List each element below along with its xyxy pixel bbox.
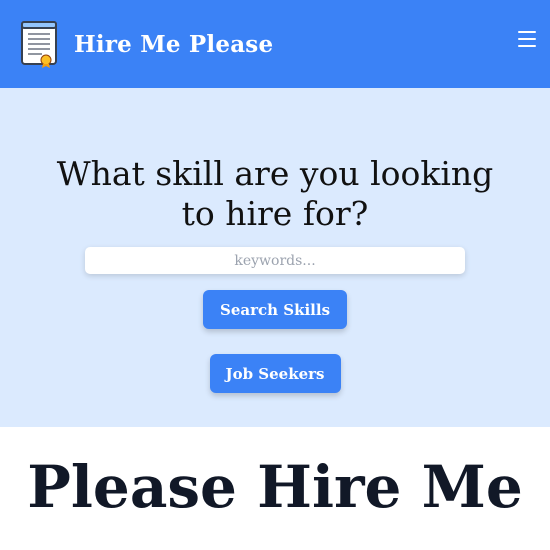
search-input[interactable] [85,247,465,274]
search-skills-button[interactable]: Search Skills [203,290,347,329]
hero-section: What skill are you looking to hire for? … [0,88,550,427]
section-heading: Please Hire Me [27,453,523,521]
main-content: Please Hire Me [0,427,550,519]
hero-title: What skill are you looking to hire for? [56,154,494,233]
hamburger-menu-icon[interactable] [518,31,536,47]
brand-name[interactable]: Hire Me Please [74,31,273,58]
certificate-icon[interactable] [18,20,60,68]
job-seekers-button[interactable]: Job Seekers [209,354,341,393]
navbar: Hire Me Please [0,0,550,88]
